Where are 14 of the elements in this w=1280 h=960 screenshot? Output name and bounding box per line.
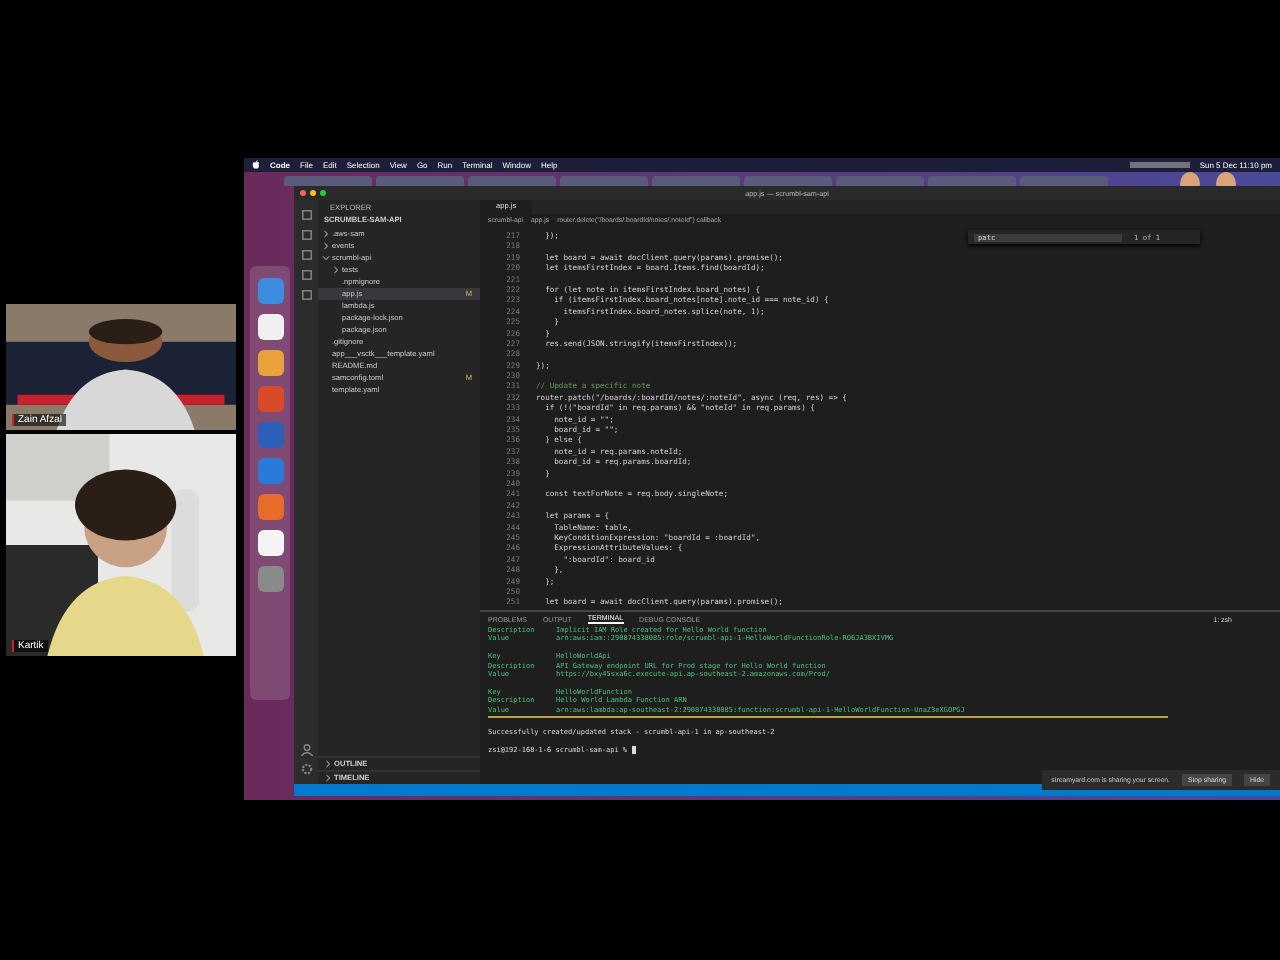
account-icon[interactable]: [299, 742, 313, 756]
activity-bar-icon[interactable]: [299, 288, 313, 302]
zoom-icon[interactable]: [320, 190, 326, 196]
apple-icon: [252, 160, 260, 170]
activity-bar-icon[interactable]: [299, 208, 313, 222]
close-icon[interactable]: [300, 190, 306, 196]
dock-app-icon[interactable]: [257, 350, 283, 376]
activity-bar-icon[interactable]: [299, 248, 313, 262]
activity-bar-icon[interactable]: [299, 268, 313, 282]
dock-app-icon[interactable]: [257, 530, 283, 556]
minimize-icon[interactable]: [310, 190, 316, 196]
activity-bar-icon[interactable]: [299, 228, 313, 242]
settings-icon[interactable]: [299, 762, 313, 776]
dock-app-icon[interactable]: [257, 314, 283, 340]
